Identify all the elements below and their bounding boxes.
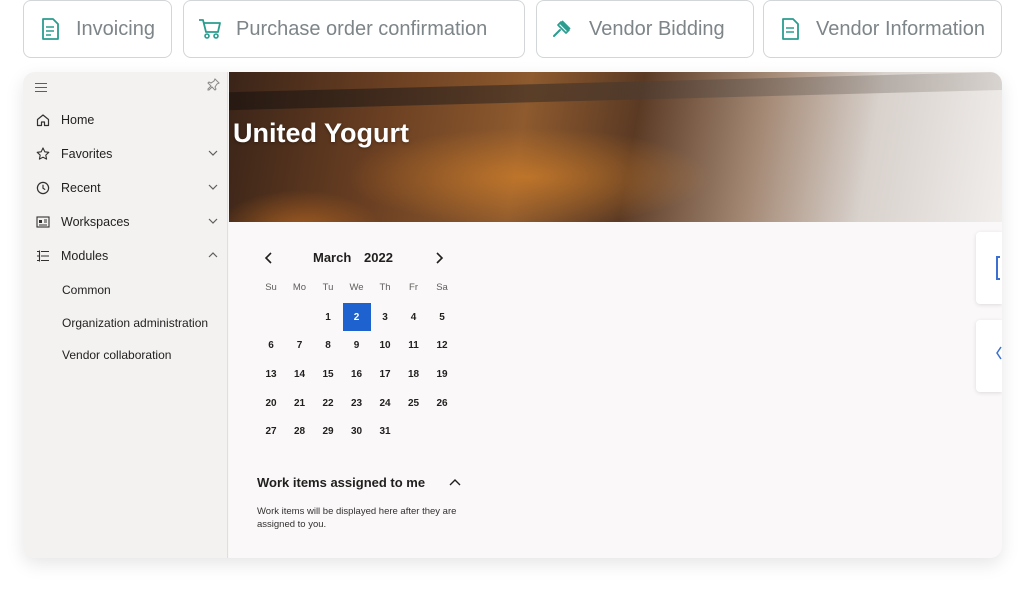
tab-vendor-information[interactable]: Vendor Information — [763, 0, 1002, 58]
app-window: Home Favorites Recent Workspaces Modules… — [23, 72, 1002, 558]
gavel-icon — [551, 17, 575, 41]
calendar-day[interactable]: 26 — [428, 389, 456, 417]
nav-item-recent-label: Recent — [61, 181, 101, 195]
tab-purchase-order-confirmation[interactable]: Purchase order confirmation — [183, 0, 525, 58]
nav-pane-header — [35, 78, 220, 98]
nav-item-modules[interactable]: Modules — [23, 243, 228, 269]
tab-vendor-bidding-label: Vendor Bidding — [589, 17, 725, 40]
work-items-title: Work items assigned to me — [257, 475, 426, 490]
star-icon — [35, 146, 51, 162]
tile-marker — [996, 256, 1000, 280]
nav-item-home[interactable]: Home — [23, 107, 228, 133]
nav-item-home-label: Home — [61, 113, 95, 127]
calendar-day[interactable]: 21 — [286, 389, 314, 417]
previous-month-button[interactable] — [259, 248, 279, 268]
calendar-day[interactable]: 15 — [314, 360, 342, 388]
chevron-up-icon — [449, 479, 461, 486]
calendar-month[interactable]: March — [313, 250, 351, 265]
weekday-label: Mo — [292, 282, 307, 293]
calendar-day[interactable]: 30 — [343, 418, 371, 446]
company-name: United Yogurt — [233, 118, 409, 148]
next-month-button[interactable] — [429, 248, 449, 268]
calendar-day[interactable]: 28 — [286, 418, 314, 446]
calendar-day[interactable]: 8 — [314, 332, 342, 360]
nav-item-workspaces-label: Workspaces — [61, 215, 130, 229]
chevron-up-icon[interactable] — [206, 248, 220, 262]
nav-item-recent[interactable]: Recent — [23, 175, 228, 201]
weekday-label: We — [349, 282, 364, 293]
calendar-day[interactable]: 27 — [257, 418, 285, 446]
calendar-day[interactable]: 24 — [371, 389, 399, 417]
tab-invoicing[interactable]: Invoicing — [23, 0, 172, 58]
module-item-common[interactable]: Common — [62, 279, 111, 301]
calendar-day[interactable]: 22 — [314, 389, 342, 417]
workspace-icon — [35, 214, 51, 230]
weekday-label: Tu — [322, 282, 334, 293]
module-item-vendor-collaboration[interactable]: Vendor collaboration — [62, 344, 171, 366]
list-icon — [35, 248, 51, 264]
calendar-day[interactable]: 14 — [286, 360, 314, 388]
invoice-document-icon — [38, 17, 62, 41]
work-items-empty-text: Work items will be displayed here after … — [257, 506, 457, 530]
side-tile-1[interactable] — [976, 232, 1002, 304]
calendar-day[interactable]: 10 — [371, 332, 399, 360]
chevron-right-icon — [436, 252, 444, 264]
calendar-day[interactable]: 25 — [400, 389, 428, 417]
tile-marker — [996, 346, 1002, 370]
calendar-day-selected[interactable]: 2 — [342, 303, 371, 331]
tab-purchase-order-label: Purchase order confirmation — [236, 17, 488, 40]
home-icon — [35, 112, 51, 128]
calendar-day[interactable]: 20 — [257, 389, 285, 417]
document-icon — [778, 17, 802, 41]
chevron-left-icon — [264, 252, 272, 264]
weekday-label: Fr — [409, 282, 418, 293]
calendar-header: March 2022 — [259, 248, 455, 268]
shopping-cart-icon — [198, 17, 222, 41]
calendar-day[interactable]: 13 — [257, 360, 285, 388]
nav-item-favorites[interactable]: Favorites — [23, 141, 228, 167]
dashboard-content: March 2022 Su Mo Tu We Th Fr Sa 1 2 3 4 5 6 7 8 9 10 11 12… — [229, 222, 1002, 558]
calendar-day[interactable]: 6 — [257, 332, 285, 360]
calendar-day[interactable]: 18 — [400, 360, 428, 388]
side-tile-2[interactable] — [976, 320, 1002, 392]
module-item-organization-administration[interactable]: Organization administration — [62, 312, 208, 334]
calendar-day[interactable]: 3 — [371, 303, 399, 331]
tab-invoicing-label: Invoicing — [76, 17, 155, 40]
calendar-day[interactable]: 4 — [400, 303, 428, 331]
calendar-day[interactable]: 29 — [314, 418, 342, 446]
calendar-day[interactable]: 19 — [428, 360, 456, 388]
feature-tabs: Invoicing Purchase order confirmation Ve… — [23, 0, 1002, 58]
calendar-day[interactable]: 5 — [428, 303, 456, 331]
calendar-day[interactable]: 1 — [314, 303, 342, 331]
nav-item-workspaces[interactable]: Workspaces — [23, 209, 228, 235]
calendar-day[interactable]: 16 — [343, 360, 371, 388]
banner-image-band — [229, 72, 1002, 111]
nav-item-modules-label: Modules — [61, 249, 109, 263]
calendar-year[interactable]: 2022 — [364, 250, 393, 265]
calendar-day[interactable]: 17 — [371, 360, 399, 388]
hamburger-menu-icon[interactable] — [35, 80, 49, 94]
navigation-pane: Home Favorites Recent Workspaces Modules… — [23, 72, 228, 558]
nav-item-favorites-label: Favorites — [61, 147, 113, 161]
company-banner: United Yogurt — [229, 72, 1002, 222]
work-items-collapse-button[interactable] — [446, 474, 464, 490]
tab-vendor-information-label: Vendor Information — [816, 17, 985, 40]
pin-icon[interactable] — [207, 78, 220, 94]
weekday-label: Su — [265, 282, 277, 293]
calendar-day[interactable]: 11 — [400, 332, 428, 360]
chevron-down-icon[interactable] — [206, 214, 220, 228]
calendar-day[interactable]: 12 — [428, 332, 456, 360]
chevron-down-icon[interactable] — [206, 180, 220, 194]
calendar-day[interactable]: 31 — [371, 418, 399, 446]
workspace-main: United Yogurt March 2022 Su Mo Tu We Th Fr Sa 1… — [229, 72, 1002, 558]
calendar-day[interactable]: 23 — [343, 389, 371, 417]
weekday-label: Sa — [436, 282, 448, 293]
chevron-down-icon[interactable] — [206, 146, 220, 160]
tab-vendor-bidding[interactable]: Vendor Bidding — [536, 0, 754, 58]
weekday-label: Th — [379, 282, 391, 293]
calendar-day[interactable]: 7 — [286, 332, 314, 360]
calendar-day[interactable]: 9 — [343, 332, 371, 360]
clock-icon — [35, 180, 51, 196]
